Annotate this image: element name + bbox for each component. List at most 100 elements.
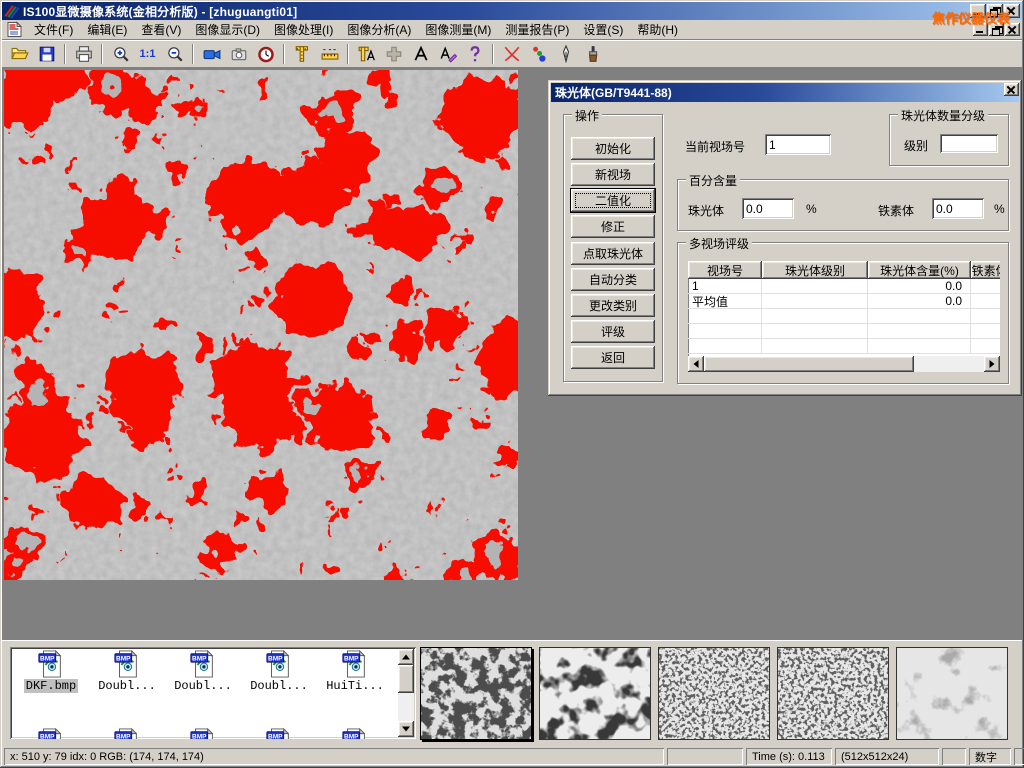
zoom-in-icon[interactable]	[107, 42, 134, 66]
col-ferrite-content[interactable]: 铁素体含量(%)	[971, 261, 1000, 279]
measure-text-icon[interactable]	[353, 42, 380, 66]
mdi-restore-button[interactable]	[989, 23, 1004, 36]
level-input[interactable]	[940, 134, 998, 153]
menu-image-analysis[interactable]: 图像分析(A)	[340, 19, 418, 40]
save-icon[interactable]	[33, 42, 60, 66]
mdi-close-button[interactable]	[1005, 23, 1020, 36]
menu-image-process[interactable]: 图像处理(I)	[267, 19, 340, 40]
window-restore-button[interactable]	[987, 4, 1003, 18]
menu-view[interactable]: 查看(V)	[134, 19, 188, 40]
menu-image-measure[interactable]: 图像测量(M)	[418, 19, 498, 40]
file-item[interactable]: BMP HuiTi...	[317, 650, 393, 693]
dialog-body: 操作 初始化 新视场 二值化 修正 点取珠光体 自动分类 更改类别 评级 返回 …	[551, 102, 1019, 393]
table-row[interactable]: 平均值 0.0	[688, 294, 1000, 309]
file-name[interactable]: HuiTi...	[324, 679, 386, 693]
window-close-button[interactable]	[1004, 4, 1020, 18]
count-markers-icon[interactable]	[525, 42, 552, 66]
bmp-file-icon[interactable]: BMP	[112, 728, 142, 739]
correct-button[interactable]: 修正	[571, 215, 655, 238]
table-row[interactable]	[688, 309, 1000, 324]
video-camera-icon[interactable]	[198, 42, 225, 66]
annotate-icon[interactable]	[434, 42, 461, 66]
grade-button[interactable]: 评级	[571, 320, 655, 343]
file-list[interactable]: BMP DKF.bmp BMP Doubl... BMP Doubl... BM…	[10, 647, 416, 739]
print-icon[interactable]	[70, 42, 97, 66]
pick-pearlite-button[interactable]: 点取珠光体	[571, 242, 655, 265]
menu-edit[interactable]: 编辑(E)	[80, 19, 134, 40]
file-item[interactable]: BMP Doubl...	[241, 650, 317, 693]
caliper-icon[interactable]	[289, 42, 316, 66]
col-pearlite-grade[interactable]: 珠光体级别	[762, 261, 868, 279]
grid-icon[interactable]	[380, 42, 407, 66]
file-name[interactable]: Doubl...	[172, 679, 234, 693]
menu-settings[interactable]: 设置(S)	[576, 19, 630, 40]
auto-classify-button[interactable]: 自动分类	[571, 268, 655, 291]
document-icon[interactable]	[6, 21, 23, 38]
table-horizontal-scrollbar[interactable]	[688, 356, 1000, 372]
menu-file[interactable]: 文件(F)	[27, 19, 80, 40]
file-item[interactable]: BMP Doubl...	[89, 650, 165, 693]
file-name[interactable]: Doubl...	[96, 679, 158, 693]
snapshot-icon[interactable]	[225, 42, 252, 66]
dialog-close-icon[interactable]	[1004, 83, 1019, 96]
svg-text:BMP: BMP	[192, 655, 207, 662]
dialog-title-bar[interactable]: 珠光体(GB/T9441-88)	[551, 83, 1019, 102]
scroll-up-icon[interactable]	[398, 649, 414, 665]
bmp-file-icon[interactable]: BMP	[188, 728, 218, 739]
timer-icon[interactable]	[252, 42, 279, 66]
scrollbar-thumb[interactable]	[704, 356, 914, 372]
mdi-minimize-button[interactable]	[973, 23, 988, 36]
return-button[interactable]: 返回	[571, 346, 655, 369]
cell	[762, 294, 868, 309]
col-field-no[interactable]: 视场号	[688, 261, 762, 279]
thumbnail-2[interactable]	[539, 647, 651, 740]
pen-icon[interactable]	[552, 42, 579, 66]
file-name[interactable]: DKF.bmp	[24, 679, 78, 693]
open-icon[interactable]	[6, 42, 33, 66]
multi-field-group-label: 多视场评级	[686, 235, 752, 252]
current-field-input[interactable]	[765, 134, 831, 155]
text-icon[interactable]	[407, 42, 434, 66]
menu-image-display[interactable]: 图像显示(D)	[188, 19, 267, 40]
menu-help[interactable]: 帮助(H)	[630, 19, 685, 40]
pearlite-percent-input[interactable]	[742, 198, 794, 219]
grading-group: 珠光体数量分级 级别	[889, 114, 1009, 166]
scroll-right-icon[interactable]	[984, 356, 1000, 372]
binarize-button[interactable]: 二值化	[571, 189, 655, 212]
change-class-button[interactable]: 更改类别	[571, 294, 655, 317]
percent-group-label: 百分含量	[686, 172, 740, 189]
scroll-down-icon[interactable]	[398, 721, 414, 737]
file-list-scrollbar[interactable]	[398, 649, 414, 737]
grading-table[interactable]: 视场号 珠光体级别 珠光体含量(%) 铁素体含量(%) 1 0.0	[688, 261, 1000, 372]
thumbnail-3[interactable]	[658, 647, 770, 740]
scroll-left-icon[interactable]	[688, 356, 704, 372]
file-item[interactable]: BMP DKF.bmp	[13, 650, 89, 693]
curve-cut-icon[interactable]	[498, 42, 525, 66]
table-row[interactable]	[688, 324, 1000, 339]
help-icon[interactable]	[461, 42, 488, 66]
thumbnail-1[interactable]	[420, 647, 532, 740]
table-row[interactable]: 1 0.0	[688, 279, 1000, 294]
window-minimize-button[interactable]	[970, 4, 986, 18]
menu-measure-report[interactable]: 测量报告(P)	[498, 19, 576, 40]
level-label: 级别	[904, 137, 928, 154]
thumbnail-4[interactable]	[777, 647, 889, 740]
bmp-file-icon[interactable]: BMP	[36, 728, 66, 739]
scrollbar-thumb[interactable]	[398, 665, 414, 693]
ferrite-percent-input[interactable]	[932, 198, 984, 219]
thumbnail-5[interactable]	[896, 647, 1008, 740]
file-name[interactable]: Doubl...	[248, 679, 310, 693]
col-pearlite-content[interactable]: 珠光体含量(%)	[868, 261, 971, 279]
ruler-icon[interactable]	[316, 42, 343, 66]
micrograph-image[interactable]	[4, 70, 518, 580]
zoom-out-icon[interactable]	[161, 42, 188, 66]
bmp-file-icon[interactable]: BMP	[340, 728, 370, 739]
toolbar-separator	[347, 44, 349, 64]
brush-icon[interactable]	[579, 42, 606, 66]
file-item[interactable]: BMP Doubl...	[165, 650, 241, 693]
init-button[interactable]: 初始化	[571, 137, 655, 160]
bmp-file-icon[interactable]: BMP	[264, 728, 294, 739]
table-row[interactable]	[688, 339, 1000, 354]
new-field-button[interactable]: 新视场	[571, 163, 655, 186]
actual-size-icon[interactable]: 1:1	[134, 42, 161, 66]
